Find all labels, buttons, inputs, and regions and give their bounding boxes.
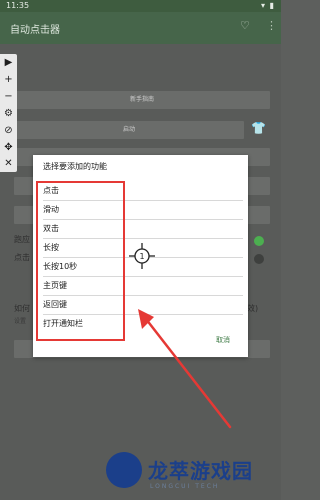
play-icon[interactable]: ▶ bbox=[0, 54, 17, 71]
move-icon[interactable]: ✥ bbox=[0, 139, 17, 156]
crosshair-number: 1 bbox=[139, 252, 144, 261]
minus-icon[interactable]: − bbox=[0, 88, 17, 105]
system-icons: ▾ ▮ bbox=[261, 1, 275, 10]
settings-label: 设置 bbox=[14, 318, 27, 325]
status-bar: 11:35 ▾ ▮ bbox=[0, 0, 281, 12]
how-label: 如何 bbox=[14, 304, 30, 313]
floating-toolbar: ▶ + − ⚙ ⊘ ✥ ✕ bbox=[0, 54, 17, 172]
status-time: 11:35 bbox=[6, 1, 30, 10]
close-icon[interactable]: ✕ bbox=[0, 155, 17, 172]
eye-off-icon[interactable]: ⊘ bbox=[0, 122, 17, 139]
effect-label: 效) bbox=[247, 304, 259, 313]
start-button[interactable]: 启动 bbox=[14, 121, 244, 139]
app-bar: 自动点击器 ♡ ⋮ bbox=[0, 12, 281, 44]
app-title: 自动点击器 bbox=[10, 25, 60, 36]
watermark-logo-icon bbox=[106, 452, 142, 488]
watermark-sub: LONGCUI TECH bbox=[150, 483, 220, 490]
toggle-label-1: 跑应 bbox=[14, 235, 30, 244]
highlight-box bbox=[36, 181, 125, 341]
dialog-title: 选择要添加的功能 bbox=[43, 162, 107, 171]
crosshair-target-icon[interactable]: 1 bbox=[128, 242, 156, 270]
plus-icon[interactable]: + bbox=[0, 71, 17, 88]
toggle-switch-2[interactable] bbox=[254, 254, 264, 264]
toggle-switch-1[interactable] bbox=[254, 236, 264, 246]
newbie-guide-button[interactable]: 新手指南 bbox=[14, 91, 270, 109]
newbie-guide-label: 新手指南 bbox=[129, 96, 154, 103]
watermark-brand: 龙萃游戏园 bbox=[148, 459, 253, 483]
start-label: 启动 bbox=[122, 126, 135, 133]
gear-icon[interactable]: ⚙ bbox=[0, 105, 17, 122]
red-arrow-icon bbox=[138, 309, 232, 429]
heart-shield-icon[interactable]: ♡ bbox=[240, 19, 250, 32]
toggle-label-2: 点击 bbox=[14, 253, 30, 262]
shirt-icon[interactable]: 👕 bbox=[251, 121, 266, 135]
more-vert-icon[interactable]: ⋮ bbox=[266, 19, 277, 32]
